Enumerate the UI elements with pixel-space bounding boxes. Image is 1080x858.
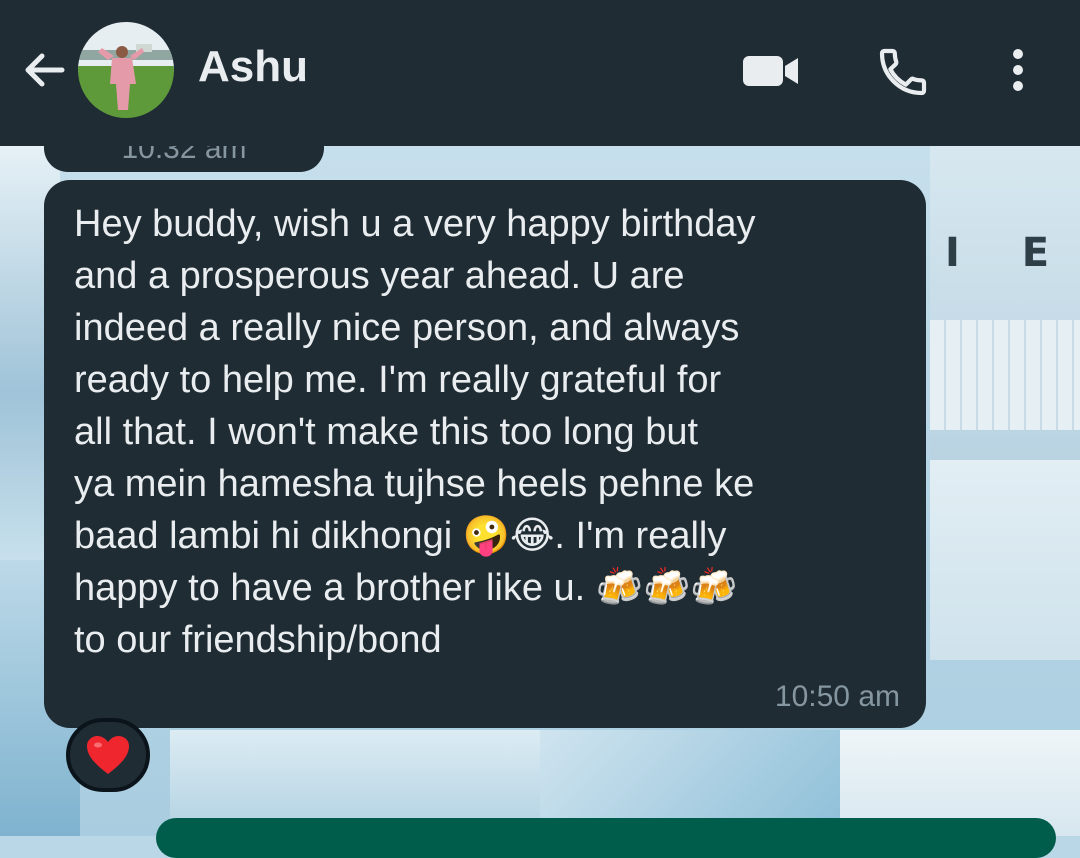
wallpaper-tile	[930, 460, 1080, 660]
phone-icon	[879, 48, 927, 96]
incoming-message-bubble[interactable]: Hey buddy, wish u a very happy birthday …	[44, 180, 926, 728]
contact-avatar[interactable]	[78, 22, 174, 118]
avatar-image	[78, 22, 174, 118]
voice-call-button[interactable]	[875, 44, 931, 100]
outgoing-message-bubble[interactable]	[156, 818, 1056, 858]
more-vert-icon	[1013, 49, 1023, 91]
chat-header: Ashu	[0, 0, 1080, 146]
wallpaper-tile	[930, 320, 1080, 430]
arrow-left-icon	[25, 53, 65, 87]
video-camera-icon	[743, 56, 798, 86]
more-options-button[interactable]	[998, 42, 1038, 102]
heart-icon	[87, 736, 129, 774]
message-text: Hey buddy, wish u a very happy birthday …	[74, 203, 756, 661]
back-button[interactable]	[20, 46, 68, 94]
contact-name[interactable]: Ashu	[198, 42, 308, 92]
video-call-button[interactable]	[740, 48, 802, 94]
wallpaper-letters: I E	[945, 230, 1074, 276]
message-reaction[interactable]	[66, 718, 150, 792]
message-timestamp: 10:50 am	[774, 680, 900, 713]
